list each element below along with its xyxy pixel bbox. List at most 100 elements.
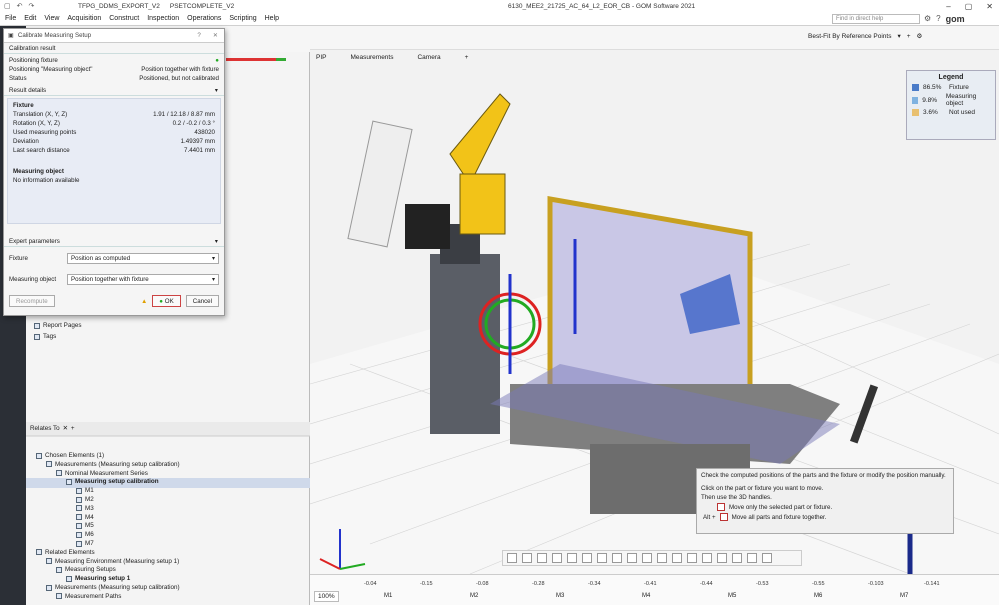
tree-node[interactable]: M6	[76, 531, 94, 538]
tool-icon-3[interactable]	[537, 553, 547, 563]
tool-icon-12[interactable]	[672, 553, 682, 563]
fixture-param-select[interactable]: Position as computed	[67, 253, 219, 264]
status-value: Positioned, but not calibrated	[139, 75, 219, 82]
tree-node[interactable]: Measuring Environment (Measuring setup 1…	[46, 558, 179, 565]
close-icon[interactable]: ✕	[213, 32, 218, 39]
timeline-measurement-marker[interactable]: M4	[642, 593, 650, 599]
tree-node[interactable]: M1	[76, 487, 94, 494]
add-tab-icon[interactable]: +	[71, 425, 75, 432]
settings-icon[interactable]: ⚙	[917, 32, 923, 40]
tree-node-icon	[46, 558, 52, 565]
tool-icon-6[interactable]	[582, 553, 592, 563]
recompute-button[interactable]: Recompute	[9, 295, 55, 307]
tree-node[interactable]: Measuring setup calibration	[66, 478, 159, 485]
3d-viewport[interactable]: Best-Fit By Reference Points ▾ + ⚙ PIP M…	[310, 26, 999, 605]
tool-icon-7[interactable]	[597, 553, 607, 563]
collapse-icon[interactable]: ▾	[215, 238, 218, 245]
add-icon[interactable]: +	[907, 33, 911, 40]
undo-icon[interactable]: ↶	[17, 2, 23, 10]
project-tab-2[interactable]: PSETCOMPLETE_V2	[170, 3, 234, 10]
tool-icon-14[interactable]	[702, 553, 712, 563]
settings-icon[interactable]: ⚙	[924, 14, 931, 24]
redo-icon[interactable]: ↷	[29, 2, 35, 10]
menu-help[interactable]: Help	[265, 15, 279, 22]
tool-icon-11[interactable]	[657, 553, 667, 563]
report-pages-icon	[34, 322, 40, 329]
tree-node[interactable]: M5	[76, 522, 94, 529]
menu-view[interactable]: View	[44, 15, 59, 22]
relates-to-tab[interactable]: Relates To ✕ +	[30, 425, 75, 432]
tree-node[interactable]: Chosen Elements (1)	[36, 452, 104, 459]
tool-icon-1[interactable]	[507, 553, 517, 563]
tree-node[interactable]: Measurements (Measuring setup calibratio…	[46, 584, 180, 591]
collapse-icon[interactable]: ▾	[215, 87, 218, 94]
tree-node[interactable]: M4	[76, 514, 94, 521]
menu-edit[interactable]: Edit	[24, 15, 36, 22]
tool-icon-15[interactable]	[717, 553, 727, 563]
result-details-header[interactable]: Result details ▾	[4, 85, 224, 96]
deviation-row: Deviation 1.49397 mm	[8, 137, 220, 146]
positioning-object-row: Positioning "Measuring object" Position …	[4, 65, 224, 74]
tool-icon-13[interactable]	[687, 553, 697, 563]
ok-button[interactable]: ● OK	[152, 295, 181, 307]
tool-icon-18[interactable]	[762, 553, 772, 563]
menu-construct[interactable]: Construct	[109, 15, 139, 22]
menu-acquisition[interactable]: Acquisition	[67, 15, 101, 22]
bestfit-selector[interactable]: Best-Fit By Reference Points ▾ + ⚙	[808, 32, 923, 41]
tags-node[interactable]: Tags	[34, 333, 56, 340]
menu-operations[interactable]: Operations	[187, 15, 221, 22]
tree-node[interactable]: Measuring Setups	[56, 566, 116, 573]
tool-icon-5[interactable]	[567, 553, 577, 563]
tree-node[interactable]: M3	[76, 505, 94, 512]
expert-parameters-header[interactable]: Expert parameters ▾	[4, 236, 224, 247]
tool-icon-10[interactable]	[642, 553, 652, 563]
add-tab-icon[interactable]: +	[465, 54, 469, 61]
tree-node[interactable]: Measuring setup 1	[66, 575, 130, 582]
tab-pip[interactable]: PIP	[316, 54, 326, 61]
tool-icon-4[interactable]	[552, 553, 562, 563]
positioning-object-label: Positioning "Measuring object"	[9, 66, 93, 73]
tree-node[interactable]: Measurements (Measuring setup calibratio…	[46, 461, 180, 468]
tab-camera[interactable]: Camera	[417, 54, 440, 61]
cancel-button[interactable]: Cancel	[185, 295, 219, 307]
timeline-measurement-marker[interactable]: M3	[556, 593, 564, 599]
help-icon[interactable]: ?	[197, 32, 200, 39]
close-icon[interactable]: ✕	[986, 2, 993, 11]
close-tab-icon[interactable]: ✕	[63, 425, 68, 432]
menu-file[interactable]: File	[5, 15, 16, 22]
tool-icon-17[interactable]	[747, 553, 757, 563]
tree-node-icon	[76, 487, 82, 494]
menu-scripting[interactable]: Scripting	[229, 15, 256, 22]
hint-option-1-label: Move only the selected part or fixture.	[729, 503, 833, 511]
tree-node[interactable]: M7	[76, 540, 94, 547]
tree-node[interactable]: M2	[76, 496, 94, 503]
tool-icon-8[interactable]	[612, 553, 622, 563]
timeline-measurement-marker[interactable]: M7	[900, 593, 908, 599]
tree-node-label: Measurement Paths	[65, 592, 122, 600]
report-pages-node[interactable]: Report Pages	[34, 322, 82, 329]
hint-line-1: Check the computed positions of the part…	[701, 472, 946, 479]
hint-option-1: Move only the selected part or fixture.	[717, 503, 949, 511]
timeline-measurement-marker[interactable]: M1	[384, 593, 392, 599]
timeline-measurement-marker[interactable]: M2	[470, 593, 478, 599]
help-search-input[interactable]: Find in direct help	[832, 14, 920, 24]
menu-inspection[interactable]: Inspection	[147, 15, 179, 22]
project-tab-1[interactable]: TFPG_DDMS_EXPORT_V2	[78, 3, 160, 10]
timeline-measurement-marker[interactable]: M5	[728, 593, 736, 599]
help-icon[interactable]: ?	[936, 14, 940, 24]
maximize-icon[interactable]: ▢	[965, 2, 973, 11]
timeline-measurement-marker[interactable]: M6	[814, 593, 822, 599]
tree-node[interactable]: Nominal Measurement Series	[56, 470, 148, 477]
tab-measurements[interactable]: Measurements	[350, 54, 393, 61]
dialog-titlebar: ▣ Calibrate Measuring Setup ? ✕	[4, 29, 224, 43]
tree-node[interactable]: Related Elements	[36, 549, 95, 556]
zoom-select[interactable]: 100%	[314, 591, 339, 602]
object-param-select[interactable]: Position together with fixture	[67, 274, 219, 285]
tool-icon-9[interactable]	[627, 553, 637, 563]
rotation-row: Rotation (X, Y, Z) 0.2 / -0.2 / 0.3 °	[8, 119, 220, 128]
tool-icon-2[interactable]	[522, 553, 532, 563]
minimize-icon[interactable]: –	[946, 2, 950, 11]
tree-node[interactable]: Measurement Paths	[56, 593, 121, 600]
tool-icon-16[interactable]	[732, 553, 742, 563]
save-icon[interactable]: ▢	[4, 2, 11, 10]
